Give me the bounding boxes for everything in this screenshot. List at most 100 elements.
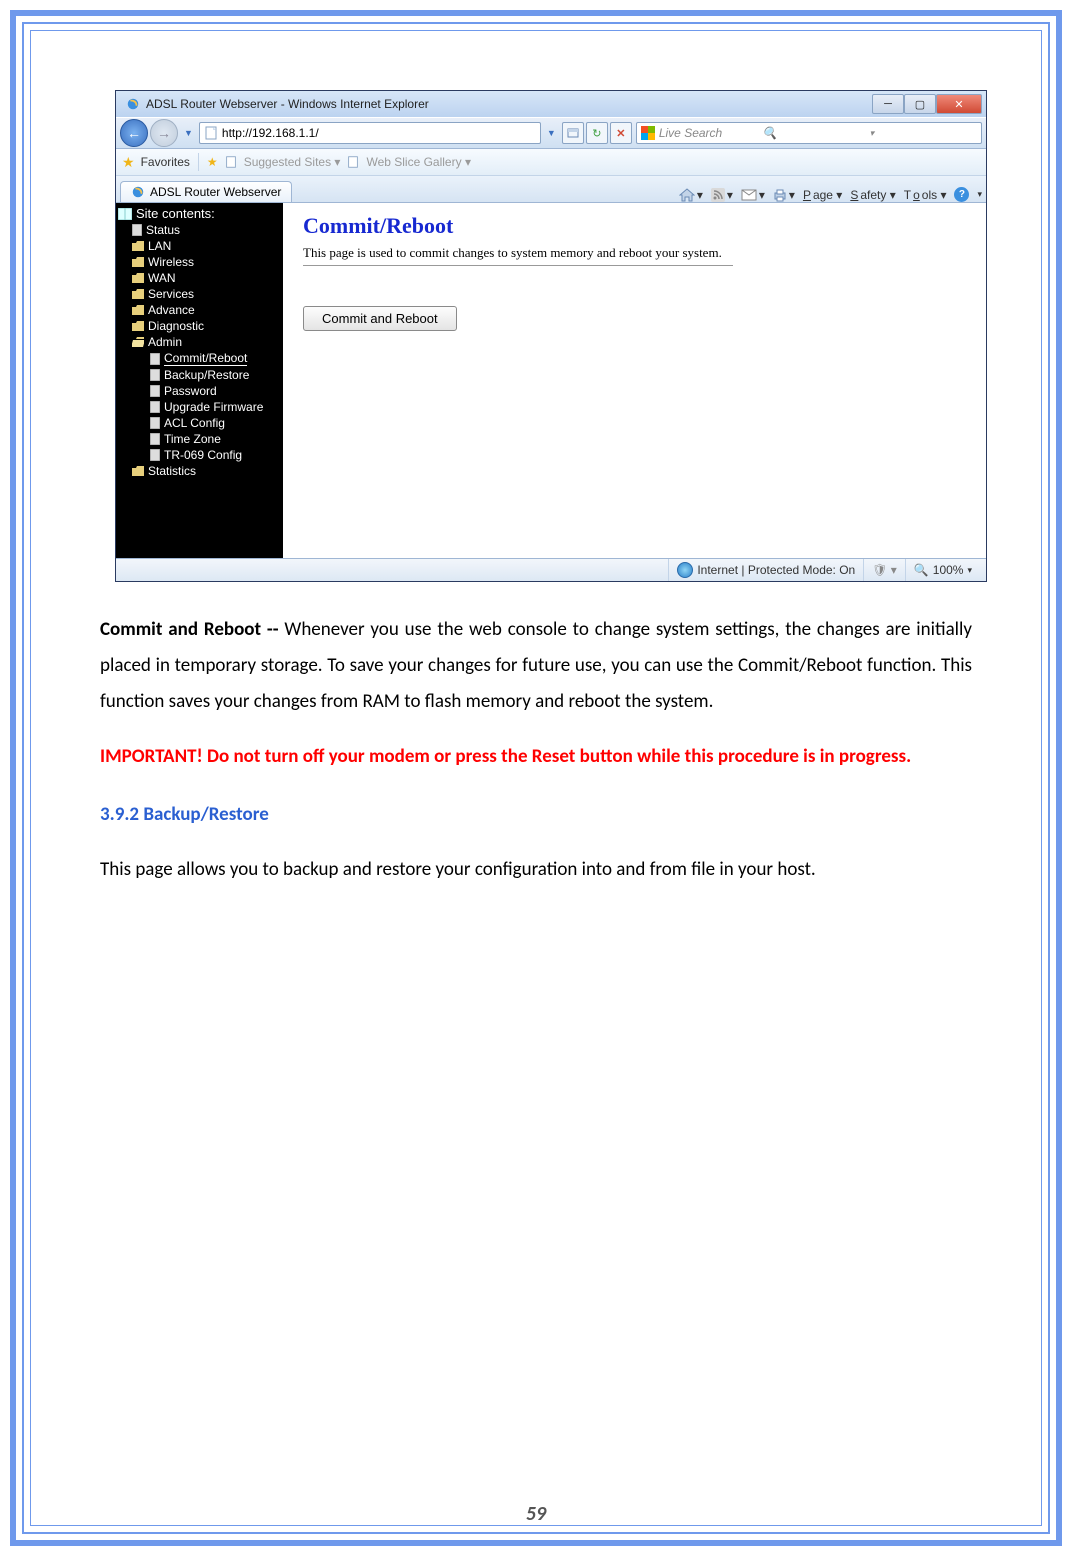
history-dropdown-icon[interactable]: ▼	[180, 128, 197, 138]
suggested-sites[interactable]: Suggested Sites ▾	[244, 155, 341, 169]
folder-icon	[132, 305, 144, 315]
address-bar[interactable]	[199, 122, 541, 144]
sidebar-item-upgrade-firmware[interactable]: Upgrade Firmware	[150, 399, 283, 415]
status-bar: Internet | Protected Mode: On 🛡 ▾ 🔍 100%…	[116, 558, 986, 581]
tools-menu[interactable]: Tools ▾	[904, 188, 947, 202]
browser-window: ADSL Router Webserver - Windows Internet…	[115, 90, 987, 582]
globe-icon	[677, 562, 693, 578]
search-icon[interactable]: 🔍	[762, 126, 865, 140]
addr-dropdown-icon[interactable]: ▼	[543, 128, 560, 138]
search-box[interactable]: Live Search 🔍 ▾	[636, 122, 982, 144]
forward-button[interactable]: →	[150, 119, 178, 147]
page-icon	[150, 417, 160, 429]
main-panel: Commit/Reboot This page is used to commi…	[283, 203, 986, 565]
favorites-bar: ★ Favorites ★ Suggested Sites ▾ Web Slic…	[116, 149, 986, 176]
separator	[198, 153, 199, 171]
page-icon	[132, 224, 142, 236]
sidebar-item-acl-config[interactable]: ACL Config	[150, 415, 283, 431]
favorites-star-icon[interactable]: ★	[122, 154, 135, 171]
url-input[interactable]	[222, 126, 540, 140]
para-lead: Commit and Reboot --	[100, 618, 284, 641]
feeds-icon[interactable]: ▾	[711, 188, 733, 202]
page-icon	[150, 401, 160, 413]
folder-open-icon	[132, 337, 144, 347]
minimize-button[interactable]: ─	[872, 94, 904, 114]
safety-menu[interactable]: Safety ▾	[850, 188, 895, 202]
folder-icon	[132, 241, 144, 251]
page-number: 59	[0, 1502, 1072, 1526]
folder-icon	[132, 257, 144, 267]
sidebar-item-time-zone[interactable]: Time Zone	[150, 431, 283, 447]
ie-icon	[126, 97, 140, 111]
search-placeholder: Live Search	[659, 126, 762, 140]
sidebar-item-lan[interactable]: LAN	[132, 238, 283, 254]
section-heading: 3.9.2 Backup/Restore	[100, 797, 972, 833]
tab-bar: ADSL Router Webserver ▾ ▾ ▾ ▾ PPageage ▾…	[116, 176, 986, 203]
page-heading: Commit/Reboot	[303, 213, 966, 239]
help-icon[interactable]: ?	[954, 187, 969, 202]
page-icon	[150, 353, 160, 365]
print-icon[interactable]: ▾	[773, 188, 795, 202]
live-search-icon	[641, 126, 655, 140]
sidebar-item-advance[interactable]: Advance	[132, 302, 283, 318]
sidebar-item-wireless[interactable]: Wireless	[132, 254, 283, 270]
title-bar: ADSL Router Webserver - Windows Internet…	[116, 91, 986, 117]
sidebar: Site contents: Status LAN Wireless WAN S…	[116, 203, 283, 565]
page-icon	[150, 449, 160, 461]
sidebar-item-commit-reboot[interactable]: Commit/Reboot	[150, 350, 283, 367]
sidebar-item-status[interactable]: Status	[132, 222, 283, 238]
folder-icon	[132, 321, 144, 331]
stop-button[interactable]: ✕	[610, 122, 632, 144]
page-icon	[203, 125, 219, 141]
page-menu[interactable]: PPageage ▾	[803, 188, 842, 202]
web-slice-icon	[346, 155, 360, 169]
sidebar-item-password[interactable]: Password	[150, 383, 283, 399]
warning-text: IMPORTANT! Do not turn off your modem or…	[100, 739, 972, 775]
folder-icon	[132, 273, 144, 283]
page-icon	[150, 433, 160, 445]
page-description: This page is used to commit changes to s…	[303, 245, 733, 266]
zoom-value: 100%	[933, 563, 964, 577]
ie-icon	[131, 185, 145, 199]
sidebar-item-admin[interactable]: Admin	[132, 334, 283, 350]
browser-tab[interactable]: ADSL Router Webserver	[120, 181, 292, 202]
page-content: ADSL Router Webserver - Windows Internet…	[60, 50, 1012, 1476]
sidebar-item-wan[interactable]: WAN	[132, 270, 283, 286]
sidebar-item-statistics[interactable]: Statistics	[132, 463, 283, 479]
zoom-control[interactable]: 🔍 100% ▾	[905, 559, 980, 581]
protected-mode-label: Internet | Protected Mode: On	[697, 563, 855, 577]
maximize-button[interactable]: ▢	[904, 94, 936, 114]
mail-icon[interactable]: ▾	[741, 188, 765, 202]
compat-view-icon[interactable]	[562, 122, 584, 144]
favorites-label[interactable]: Favorites	[141, 155, 190, 169]
sidebar-item-backup-restore[interactable]: Backup/Restore	[150, 367, 283, 383]
document-body: Commit and Reboot -- Whenever you use th…	[100, 612, 972, 889]
add-fav-icon[interactable]: ★	[207, 155, 218, 169]
home-icon[interactable]: ▾	[679, 188, 703, 202]
sidebar-item-diagnostic[interactable]: Diagnostic	[132, 318, 283, 334]
page-icon	[150, 385, 160, 397]
page-icon	[150, 369, 160, 381]
refresh-button[interactable]: ↻	[586, 122, 608, 144]
back-button[interactable]: ←	[120, 119, 148, 147]
search-dropdown-icon[interactable]: ▾	[866, 128, 977, 139]
sidebar-title: Site contents:	[136, 206, 215, 221]
sidebar-header: Site contents:	[118, 205, 283, 222]
window-title: ADSL Router Webserver - Windows Internet…	[146, 97, 429, 111]
book-icon	[118, 208, 132, 220]
commit-reboot-button[interactable]: Commit and Reboot	[303, 306, 457, 331]
sidebar-item-services[interactable]: Services	[132, 286, 283, 302]
sidebar-item-tr069[interactable]: TR-069 Config	[150, 447, 283, 463]
web-slice-gallery[interactable]: Web Slice Gallery ▾	[366, 155, 471, 169]
status-security-icon[interactable]: 🛡 ▾	[863, 559, 905, 581]
status-zone: Internet | Protected Mode: On	[668, 559, 863, 581]
paragraph-commit-reboot: Commit and Reboot -- Whenever you use th…	[100, 612, 972, 720]
suggested-sites-icon	[224, 155, 238, 169]
nav-bar: ← → ▼ ▼ ↻ ✕ Live Search	[116, 117, 986, 149]
close-button[interactable]: ✕	[936, 94, 982, 114]
folder-icon	[132, 466, 144, 476]
paragraph-backup-restore: This page allows you to backup and resto…	[100, 852, 972, 888]
tab-title: ADSL Router Webserver	[150, 185, 281, 199]
zoom-icon: 🔍	[914, 563, 929, 577]
browser-content: Site contents: Status LAN Wireless WAN S…	[116, 203, 986, 565]
